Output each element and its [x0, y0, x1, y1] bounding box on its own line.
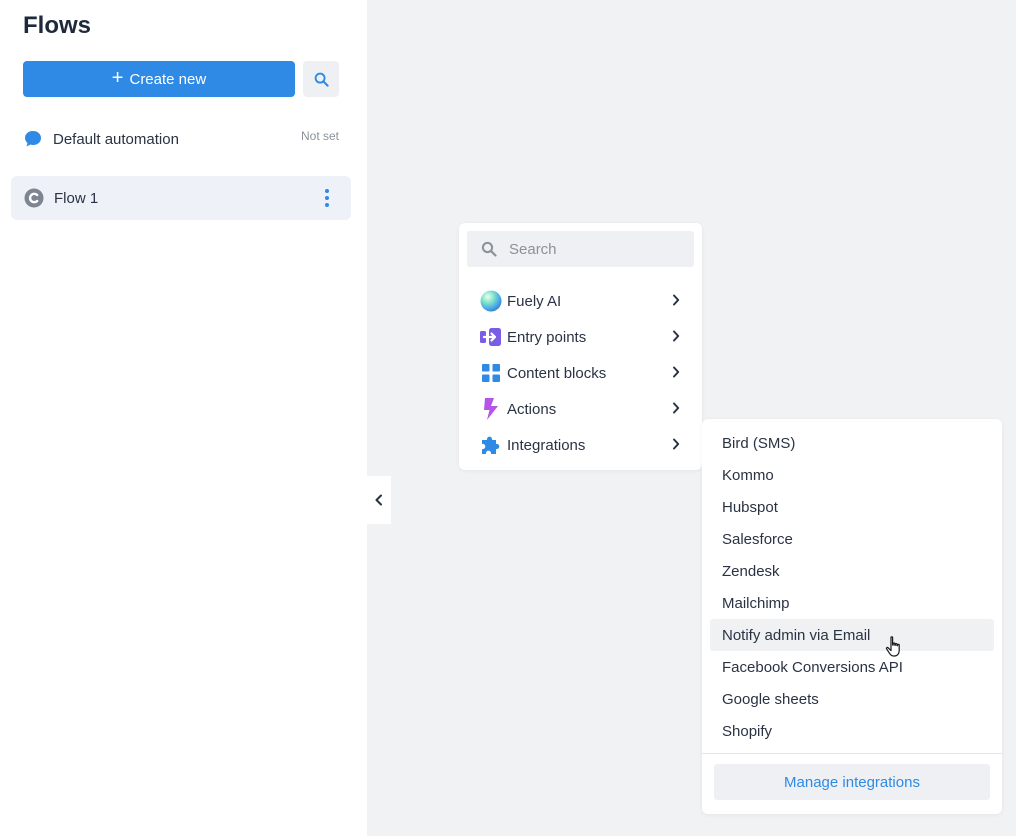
integration-label: Notify admin via Email: [722, 626, 871, 644]
menu-search-input[interactable]: [507, 239, 681, 259]
integration-item-facebook-conversions-api[interactable]: Facebook Conversions API: [710, 651, 994, 683]
integration-item-shopify[interactable]: Shopify: [710, 715, 994, 747]
search-icon: [481, 241, 497, 257]
integration-item-kommo[interactable]: Kommo: [710, 459, 994, 491]
integration-item-zendesk[interactable]: Zendesk: [710, 555, 994, 587]
chevron-left-icon: [375, 494, 382, 506]
integration-label: Google sheets: [722, 690, 819, 708]
integration-item-hubspot[interactable]: Hubspot: [710, 491, 994, 523]
menu-item-label: Content blocks: [507, 364, 607, 382]
chevron-right-icon: [672, 438, 680, 450]
chevron-right-icon: [672, 330, 680, 342]
menu-item-fuely-ai[interactable]: Fuely AI: [467, 283, 694, 319]
menu-item-label: Integrations: [507, 436, 586, 454]
manage-integrations-button[interactable]: Manage integrations: [714, 764, 990, 800]
menu-item-content-blocks[interactable]: Content blocks: [467, 355, 694, 391]
collapse-sidebar-button[interactable]: [367, 476, 391, 524]
create-new-label: Create new: [129, 70, 207, 88]
integration-label: Mailchimp: [722, 594, 790, 612]
integration-label: Zendesk: [722, 562, 780, 580]
chevron-right-icon: [672, 366, 680, 378]
create-new-button[interactable]: + Create new: [23, 61, 295, 97]
integration-label: Facebook Conversions API: [722, 658, 903, 676]
sidebar-search-button[interactable]: [303, 61, 339, 97]
sidebar-title: Flows: [23, 12, 92, 39]
entry-arrow-icon: [480, 326, 502, 348]
integration-item-notify-admin-email[interactable]: Notify admin via Email: [710, 619, 994, 651]
grid-blocks-icon: [480, 362, 502, 384]
flow-list-item[interactable]: Flow 1: [11, 176, 351, 220]
integration-label: Bird (SMS): [722, 434, 796, 452]
fuely-ai-orb-icon: [480, 290, 502, 312]
chat-bubble-icon: [25, 131, 41, 147]
menu-item-integrations[interactable]: Integrations: [467, 427, 694, 463]
integration-label: Salesforce: [722, 530, 793, 548]
integration-item-google-sheets[interactable]: Google sheets: [710, 683, 994, 715]
integrations-submenu: Bird (SMS) Kommo Hubspot Salesforce Zend…: [702, 419, 1002, 814]
default-automation-row[interactable]: Default automation Not set: [23, 124, 339, 154]
menu-item-entry-points[interactable]: Entry points: [467, 319, 694, 355]
plus-icon: +: [111, 67, 124, 89]
default-automation-status: Not set: [300, 129, 339, 143]
integration-label: Shopify: [722, 722, 773, 740]
menu-item-label: Fuely AI: [507, 292, 562, 310]
default-automation-label: Default automation: [53, 130, 179, 148]
puzzle-icon: [480, 434, 502, 456]
menu-search-field[interactable]: [467, 231, 694, 267]
lightning-icon: [480, 398, 502, 420]
more-options-icon[interactable]: [319, 189, 335, 207]
menu-item-actions[interactable]: Actions: [467, 391, 694, 427]
flows-sidebar: Flows + Create new Default automation No…: [0, 0, 367, 836]
chevron-right-icon: [672, 294, 680, 306]
flow-label: Flow 1: [54, 189, 99, 207]
integration-label: Hubspot: [722, 498, 778, 516]
chevron-right-icon: [672, 402, 680, 414]
search-icon: [314, 72, 329, 87]
hand-pointer-cursor-icon: [885, 636, 900, 657]
menu-item-label: Actions: [507, 400, 557, 418]
add-node-menu: Fuely AI Entry points Content blo: [459, 223, 702, 470]
integration-item-mailchimp[interactable]: Mailchimp: [710, 587, 994, 619]
integration-label: Kommo: [722, 466, 774, 484]
integration-item-salesforce[interactable]: Salesforce: [710, 523, 994, 555]
submenu-divider: [702, 753, 1002, 754]
menu-item-label: Entry points: [507, 328, 587, 346]
integration-item-bird-sms[interactable]: Bird (SMS): [710, 427, 994, 459]
flow-c-icon: [24, 188, 44, 208]
